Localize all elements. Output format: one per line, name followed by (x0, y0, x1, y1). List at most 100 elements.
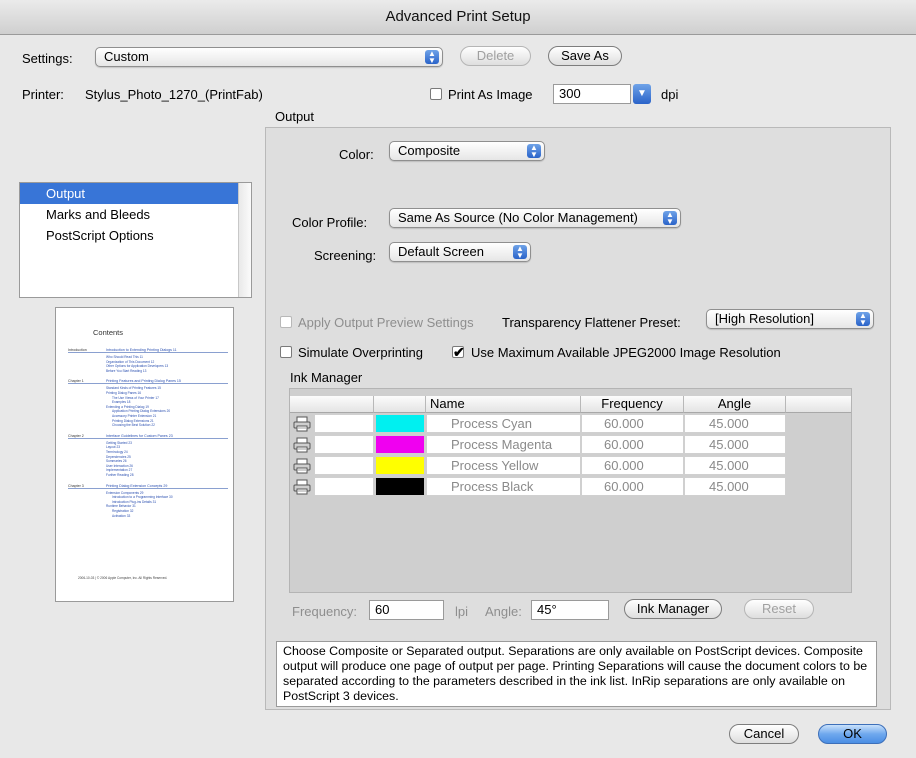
sidebar-item-marks-and-bleeds[interactable]: Marks and Bleeds (20, 204, 251, 225)
angle-label: Angle: (485, 604, 522, 619)
toc-entry: Chapter 2 Interface Guidelines for Custom… (68, 434, 228, 439)
ink-manager-title: Ink Manager (290, 370, 363, 385)
reset-button[interactable]: Reset (744, 599, 814, 619)
printer-icon (293, 416, 311, 432)
printer-icon (293, 458, 311, 474)
frequency-field[interactable]: 60 (369, 600, 444, 620)
ink-frequency-cell[interactable]: 60.000 (581, 477, 684, 496)
ink-col-name[interactable]: Name (426, 396, 581, 413)
toc-entry: Accessory Printer Extension 21 (112, 414, 157, 418)
ink-color-swatch (376, 457, 424, 474)
max-jpeg-label: Use Maximum Available JPEG2000 Image Res… (471, 345, 781, 360)
settings-label: Settings: (22, 51, 73, 66)
ink-name-cell: Process Black (426, 477, 581, 496)
ink-row[interactable]: Process Cyan 60.000 45.000 (290, 414, 851, 435)
color-profile-popup[interactable]: Same As Source (No Color Management) ▲ ▼ (389, 208, 681, 228)
ink-manager-button[interactable]: Ink Manager (624, 599, 722, 619)
toc-entry: Runtime Behavior 31 (106, 504, 136, 509)
checkmark-icon: ✔ (453, 344, 465, 360)
toc-entry: Further Reading 28 (106, 473, 134, 477)
toc-chapter-num: Chapter 2 (68, 433, 84, 438)
flattener-label: Transparency Flattener Preset: (502, 315, 681, 330)
toc-entry: Registration 32 (112, 509, 134, 513)
toc-entry: Summaries 26 (106, 459, 127, 464)
toc-entry: Extending a Printing Dialog 19 (106, 404, 149, 409)
print-as-image-checkbox[interactable] (430, 88, 442, 100)
delete-button[interactable]: Delete (460, 46, 531, 66)
ink-frequency-cell[interactable]: 60.000 (581, 456, 684, 475)
ink-angle-cell[interactable]: 45.000 (684, 414, 786, 433)
popup-arrows-icon: ▲ ▼ (856, 312, 870, 327)
angle-value: 45° (537, 602, 557, 617)
apply-preview-label: Apply Output Preview Settings (298, 315, 474, 330)
ink-name-cell: Process Cyan (426, 414, 581, 433)
settings-popup[interactable]: Custom ▲ ▼ (95, 47, 443, 67)
toc-entry: Examples 18 (112, 400, 131, 405)
ink-frequency-cell[interactable]: 60.000 (581, 435, 684, 454)
ink-icon-cell (314, 456, 374, 475)
toc-entry: Activation 33 (112, 513, 131, 518)
ink-row[interactable]: Process Magenta 60.000 45.000 (290, 435, 851, 456)
color-label: Color: (339, 147, 374, 162)
screening-popup[interactable]: Default Screen ▲ ▼ (389, 242, 531, 262)
ink-angle-cell[interactable]: 45.000 (684, 477, 786, 496)
toc-entry: Terminology 24 (106, 450, 128, 454)
toc-entry: Introduction to a Programming Interface … (112, 495, 173, 500)
toc-entry: Who Should Read This 11 (106, 355, 143, 359)
output-section-title: Output (275, 109, 315, 124)
title-bar: Advanced Print Setup (0, 0, 916, 35)
color-popup[interactable]: Composite ▲ ▼ (389, 141, 545, 161)
toc-entry: User Interaction 26 (106, 463, 133, 468)
ink-frequency-cell[interactable]: 60.000 (581, 414, 684, 433)
lpi-label: lpi (455, 604, 469, 619)
color-value: Composite (398, 143, 461, 158)
toc-entry: Before You Start Reading 13 (106, 368, 147, 373)
apply-preview-checkbox[interactable] (280, 316, 292, 328)
ok-button[interactable]: OK (818, 724, 887, 744)
flattener-value: [High Resolution] (715, 311, 814, 326)
popup-arrows-icon: ▲ ▼ (527, 144, 541, 159)
flattener-popup[interactable]: [High Resolution] ▲ ▼ (706, 309, 874, 329)
simulate-overprint-label: Simulate Overprinting (298, 345, 423, 360)
ink-icon-cell (314, 477, 374, 496)
screening-label: Screening: (314, 248, 377, 263)
sidebar-item-output[interactable]: Output (20, 183, 251, 204)
dpi-value: 300 (559, 86, 581, 101)
printer-label: Printer: (22, 87, 64, 102)
ink-row[interactable]: Process Yellow 60.000 45.000 (290, 456, 851, 477)
window-title: Advanced Print Setup (385, 8, 531, 25)
simulate-overprint-checkbox[interactable] (280, 346, 292, 358)
ink-col-swatch (374, 396, 426, 413)
sidebar-scrollbar[interactable] (238, 183, 251, 297)
toc-entry: Other Options for Application Developers… (106, 364, 169, 369)
max-jpeg-checkbox[interactable]: ✔ (452, 344, 465, 360)
screening-value: Default Screen (398, 244, 484, 259)
ink-col-angle[interactable]: Angle (684, 396, 786, 413)
angle-field[interactable]: 45° (531, 600, 609, 620)
frequency-label: Frequency: (292, 604, 358, 619)
dpi-field[interactable]: 300 (553, 84, 631, 104)
page-preview: Contents Introduction Introduction to Ext… (55, 307, 234, 602)
ink-color-swatch (376, 478, 424, 495)
ink-manager-box: Name Frequency Angle Process Cyan 60.000 4… (289, 388, 852, 593)
sidebar-item-postscript-options[interactable]: PostScript Options (20, 225, 251, 246)
toc-entry: Dependencies 25 (106, 454, 131, 459)
ink-icon-cell (314, 435, 374, 454)
toc-entry: Introduction Plug-ins Details 31 (112, 499, 157, 504)
toc-entry: Extension Components 29 (106, 490, 144, 495)
preview-title: Contents (93, 328, 124, 337)
ink-angle-cell[interactable]: 45.000 (684, 435, 786, 454)
toc-entry: Introduction Introduction to Extending Pr… (68, 348, 228, 353)
toc-entry: Chapter 3 Printing Dialog Extension Conce… (68, 484, 228, 489)
ink-row[interactable]: Process Black 60.000 45.000 (290, 477, 851, 498)
category-list[interactable]: Output Marks and Bleeds PostScript Optio… (19, 182, 252, 298)
cancel-button[interactable]: Cancel (729, 724, 799, 744)
toc-entry: Application Printing Dialog Extensions 2… (112, 409, 171, 414)
dpi-dropdown-icon[interactable]: ▼ (633, 84, 651, 104)
ink-angle-cell[interactable]: 45.000 (684, 456, 786, 475)
printer-name: Stylus_Photo_1270_(PrintFab) (85, 87, 263, 102)
save-as-button[interactable]: Save As (548, 46, 622, 66)
toc-entry: Chapter 1 Printing Features and Printing … (68, 379, 228, 385)
color-profile-label: Color Profile: (292, 215, 368, 230)
ink-col-frequency[interactable]: Frequency (581, 396, 684, 413)
